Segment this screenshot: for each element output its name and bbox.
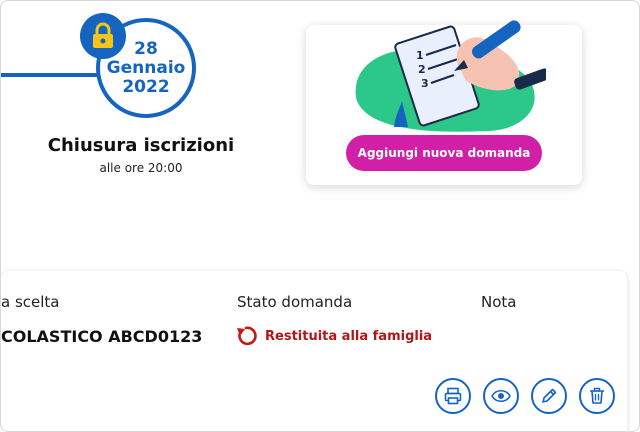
page-frame: 28 Gennaio 2022 Chiusura iscrizioni alle… xyxy=(0,0,640,432)
eye-icon xyxy=(491,389,511,403)
closing-title: Chiusura iscrizioni xyxy=(47,135,235,156)
application-card: a scelta Stato domanda Nota COLASTICO AB… xyxy=(1,271,627,431)
view-button[interactable] xyxy=(483,378,519,414)
column-header-note: Nota xyxy=(481,293,517,311)
illustration-number-3: 3 xyxy=(421,77,429,90)
pencil-icon xyxy=(542,388,557,403)
school-code: COLASTICO ABCD0123 xyxy=(1,327,203,346)
deadline-month: Gennaio xyxy=(106,57,186,78)
undo-arrow-icon xyxy=(237,326,257,346)
print-button[interactable] xyxy=(435,378,471,414)
column-header-choice: a scelta xyxy=(1,293,60,311)
edit-button[interactable] xyxy=(531,378,567,414)
illustration-number-2: 2 xyxy=(418,63,426,76)
deadline-year: 2022 xyxy=(122,76,170,97)
delete-button[interactable] xyxy=(579,378,615,414)
trash-icon xyxy=(590,387,604,404)
add-new-application-button[interactable]: Aggiungi nuova domanda xyxy=(346,135,542,171)
new-application-card: 1 2 3 Aggiungi nuova domanda xyxy=(306,20,582,185)
closing-time: alle ore 20:00 xyxy=(99,161,183,175)
print-icon xyxy=(444,387,462,405)
application-form-illustration: 1 2 3 xyxy=(355,20,546,132)
deadline-day: 28 xyxy=(134,38,158,59)
status-label: Restituita alla famiglia xyxy=(265,328,433,344)
application-status: Restituita alla famiglia xyxy=(235,325,432,347)
timeline-line xyxy=(1,73,101,77)
column-header-status: Stato domanda xyxy=(237,293,353,311)
illustration-number-1: 1 xyxy=(416,49,424,62)
lock-icon xyxy=(80,13,126,59)
